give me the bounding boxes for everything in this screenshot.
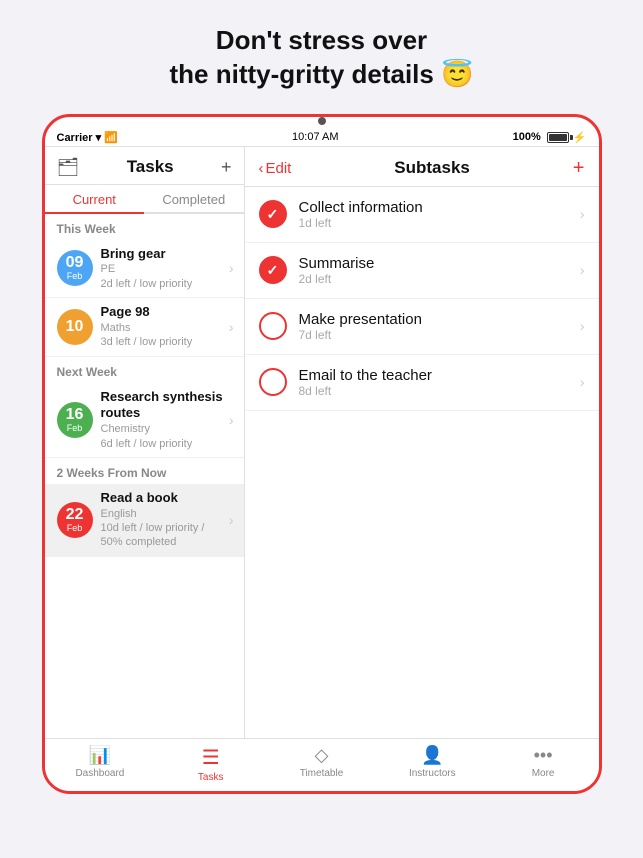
nav-timetable[interactable]: ◇ Timetable [266,745,377,783]
left-panel: 🗂 Tasks + Current Completed This Week [45,147,245,738]
tasks-icon: ☰ [202,745,220,770]
carrier-label: Carrier ▾ 📶 [57,131,118,144]
nav-more[interactable]: ••• More [488,745,599,783]
instructors-icon: 👤 [421,745,443,766]
task-item[interactable]: 10 Page 98 Maths 3d left / low priority … [45,298,244,356]
subtask-checkbox[interactable] [259,312,287,340]
section-next-week: Next Week [45,357,244,383]
camera-dot [318,117,326,125]
chevron-left-icon: ‹ [259,160,264,177]
task-info: Research synthesis routes Chemistry 6d l… [101,389,225,451]
chevron-right-icon: › [229,412,234,428]
page-wrapper: Don't stress over the nitty-gritty detai… [0,0,643,858]
task-info: Page 98 Maths 3d left / low priority [101,304,225,349]
subtask-checkbox[interactable]: ✓ [259,256,287,284]
chevron-right-icon: › [229,319,234,335]
status-bar: Carrier ▾ 📶 10:07 AM 100% ⚡ [45,127,599,146]
timetable-icon: ◇ [315,745,329,766]
battery-area: 100% ⚡ [513,131,587,144]
task-circle: 10 [57,309,93,345]
task-circle: 22 Feb [57,502,93,538]
subtask-item[interactable]: Make presentation 7d left › [245,299,599,355]
task-info: Bring gear PE 2d left / low priority [101,246,225,291]
headline-line1: Don't stress over [216,25,427,55]
task-circle: 09 Feb [57,250,93,286]
left-header: 🗂 Tasks + [45,147,244,185]
headline: Don't stress over the nitty-gritty detai… [130,24,514,92]
device-frame: Carrier ▾ 📶 10:07 AM 100% ⚡ 🗂 Tasks + [42,114,602,794]
add-subtask-button[interactable]: + [573,157,585,180]
task-item[interactable]: 09 Feb Bring gear PE 2d left / low prior… [45,240,244,298]
tabs-row: Current Completed [45,185,244,214]
time-label: 10:07 AM [292,131,338,143]
checkmark-icon: ✓ [267,262,279,279]
nav-instructors[interactable]: 👤 Instructors [377,745,488,783]
battery-icon [547,132,569,143]
section-this-week: This Week [45,214,244,240]
chevron-right-icon: › [580,318,585,334]
nav-dashboard[interactable]: 📊 Dashboard [45,745,156,783]
more-icon: ••• [534,745,553,766]
tasks-title: Tasks [127,157,174,177]
battery-label: 100% [513,131,541,143]
dashboard-icon: 📊 [89,745,111,766]
subtask-info: Summarise 2d left [299,255,576,286]
bottom-nav: 📊 Dashboard ☰ Tasks ◇ Timetable 👤 Instru… [45,738,599,791]
subtask-checkbox[interactable] [259,368,287,396]
right-header: ‹ Edit Subtasks + [245,147,599,187]
headline-line2: the nitty-gritty details 😇 [170,59,474,89]
subtask-item[interactable]: ✓ Collect information 1d left › [245,187,599,243]
task-item[interactable]: 22 Feb Read a book English 10d left / lo… [45,484,244,557]
wifi-icon: 📶 [104,132,118,144]
subtasks-title: Subtasks [394,158,470,178]
split-container: 🗂 Tasks + Current Completed This Week [45,146,599,738]
checkmark-icon: ✓ [267,206,279,223]
chevron-right-icon: › [229,260,234,276]
task-circle: 16 Feb [57,402,93,438]
chevron-right-icon: › [229,512,234,528]
task-info: Read a book English 10d left / low prior… [101,490,225,550]
subtask-info: Email to the teacher 8d left [299,367,576,398]
subtask-info: Collect information 1d left [299,199,576,230]
chevron-right-icon: › [580,262,585,278]
subtask-checkbox[interactable]: ✓ [259,200,287,228]
right-panel: ‹ Edit Subtasks + ✓ Collect information … [245,147,599,738]
nav-tasks[interactable]: ☰ Tasks [155,745,266,783]
add-task-button[interactable]: + [221,157,232,178]
subtask-info: Make presentation 7d left [299,311,576,342]
edit-button[interactable]: ‹ Edit [259,160,292,177]
subtask-item[interactable]: Email to the teacher 8d left › [245,355,599,411]
chevron-right-icon: › [580,374,585,390]
chevron-right-icon: › [580,206,585,222]
tab-current[interactable]: Current [45,185,145,212]
section-two-weeks: 2 Weeks From Now [45,458,244,484]
tab-completed[interactable]: Completed [144,185,244,212]
folder-icon[interactable]: 🗂 [57,157,80,178]
task-item[interactable]: 16 Feb Research synthesis routes Chemist… [45,383,244,458]
plug-icon: ⚡ [573,131,587,144]
subtask-item[interactable]: ✓ Summarise 2d left › [245,243,599,299]
